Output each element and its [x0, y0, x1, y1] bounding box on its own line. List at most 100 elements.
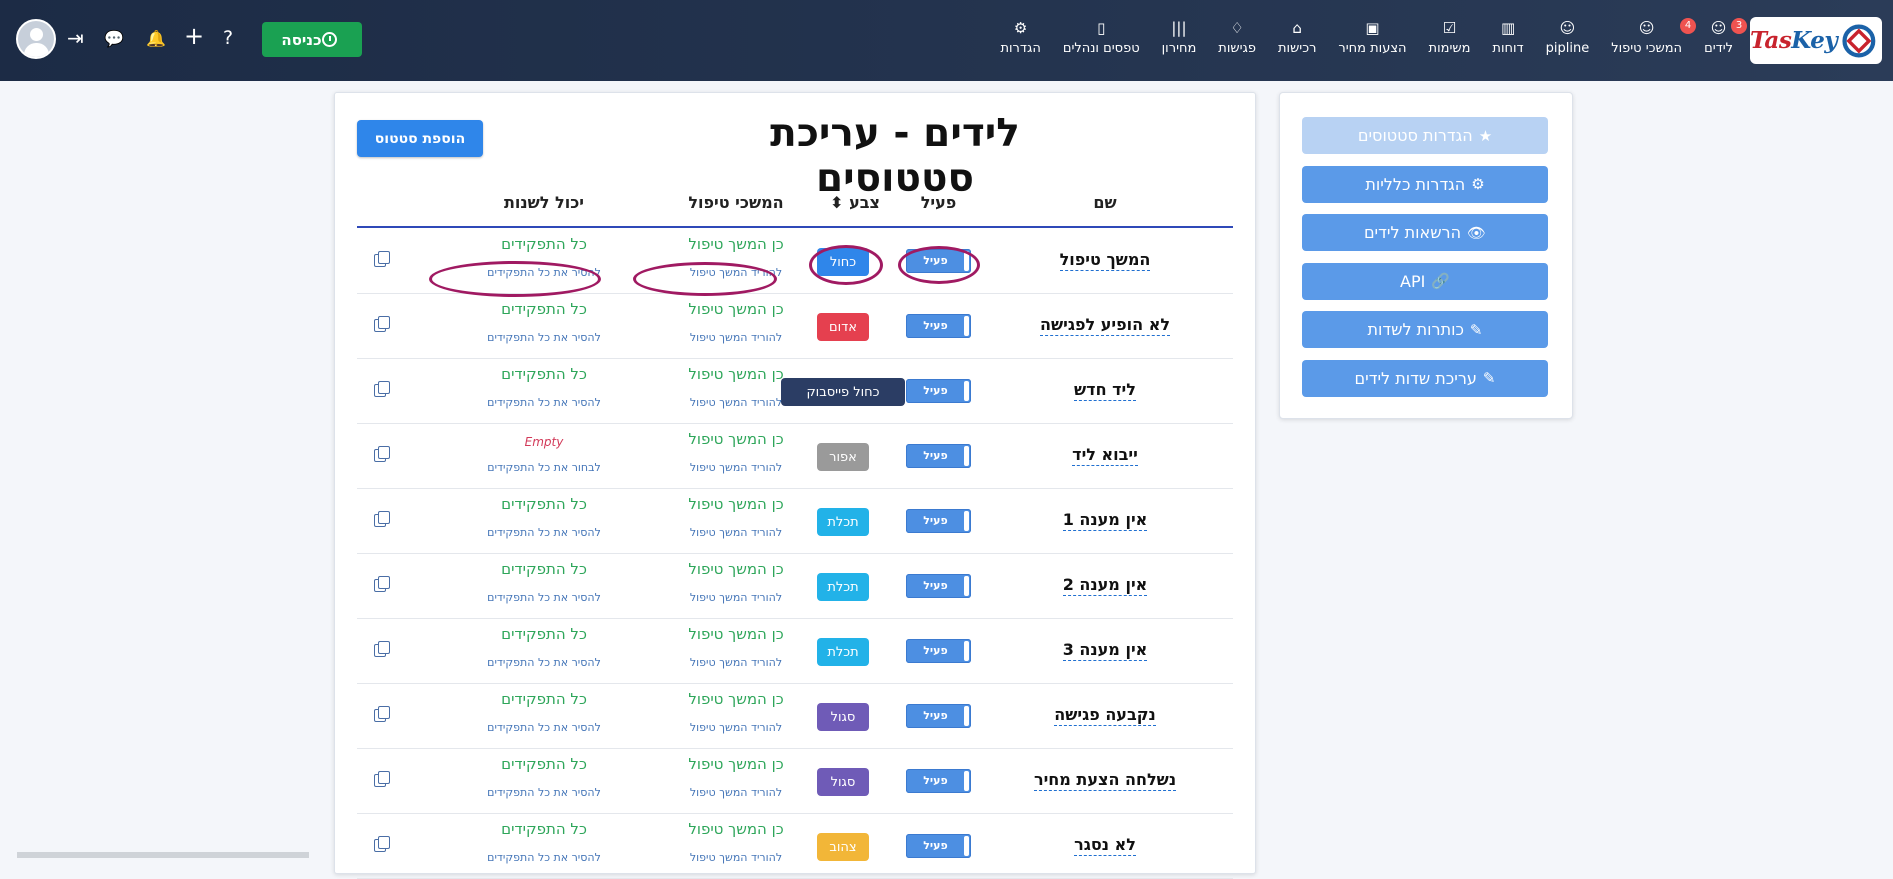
count-badge: 4	[1680, 18, 1697, 34]
continuation-permission[interactable]: כן המשך טיפול	[641, 560, 831, 578]
roles-toggle-link[interactable]: להסיר את כל התפקידים	[449, 721, 639, 734]
remove-continuation-link[interactable]: להוריד המשך טיפול	[641, 331, 831, 344]
remove-continuation-link[interactable]: להוריד המשך טיפול	[641, 461, 831, 474]
copy-icon[interactable]	[374, 251, 390, 267]
remove-continuation-link[interactable]: להוריד המשך טיפול	[641, 656, 831, 669]
roles-toggle-link[interactable]: להסיר את כל התפקידים	[449, 786, 639, 799]
copy-icon[interactable]	[374, 576, 390, 592]
roles-toggle-link[interactable]: להסיר את כל התפקידים	[449, 526, 639, 539]
remove-continuation-link[interactable]: להוריד המשך טיפול	[641, 786, 831, 799]
nav-item-10[interactable]: ⚙ הגדרות	[1000, 18, 1040, 56]
bell-icon[interactable]: 🔔	[146, 29, 166, 48]
roles-toggle-link[interactable]: לבחור את כל התפקידים	[449, 461, 639, 474]
side-button-2[interactable]: 👁 הרשאות לידים	[1302, 214, 1548, 251]
gear-icon: ⚙	[1013, 19, 1028, 37]
copy-icon[interactable]	[374, 446, 390, 462]
plus-icon[interactable]: +	[184, 22, 204, 50]
nav-item-1[interactable]: ☺ המשכי טיפול 4	[1611, 18, 1697, 56]
status-name[interactable]: המשך טיפול	[1027, 250, 1183, 271]
copy-icon[interactable]	[374, 511, 390, 527]
side-button-1[interactable]: ⚙ הגדרות כלליות	[1302, 165, 1548, 203]
roles-value[interactable]: כל התפקידים	[449, 755, 639, 773]
continuation-permission[interactable]: כן המשך טיפול	[641, 430, 831, 448]
avatar[interactable]	[16, 19, 56, 59]
continuation-permission[interactable]: כן המשך טיפול	[641, 235, 831, 253]
status-name[interactable]: נקבעה פגישה	[1027, 705, 1183, 726]
nav-item-3[interactable]: ▥ דוחות	[1492, 18, 1523, 56]
roles-value[interactable]: Empty	[449, 435, 639, 449]
status-name[interactable]: ייבוא ליד	[1027, 445, 1183, 466]
nav-item-6[interactable]: ⌂ רכישות	[1278, 18, 1316, 56]
sign-in-icon[interactable]: ⇥	[67, 26, 84, 50]
active-toggle[interactable]: פעיל	[906, 704, 971, 728]
status-name[interactable]: אין מענה 1	[1027, 510, 1183, 531]
side-button-label: הרשאות לידים	[1363, 223, 1462, 242]
roles-value[interactable]: כל התפקידים	[449, 625, 639, 643]
table-row: ייבוא ליד פעיל אפור כן המשך טיפול להוריד המש…	[357, 424, 1233, 489]
remove-continuation-link[interactable]: להוריד המשך טיפול	[641, 721, 831, 734]
roles-toggle-link[interactable]: להסיר את כל התפקידים	[449, 266, 639, 279]
copy-icon[interactable]	[374, 706, 390, 722]
nav-item-7[interactable]: ♢ פגישות	[1218, 18, 1256, 56]
nav-item-2[interactable]: ☺ pipline	[1546, 18, 1590, 56]
active-toggle[interactable]: פעיל	[906, 574, 971, 598]
side-button-3[interactable]: 🔗 API	[1302, 262, 1548, 300]
continuation-permission[interactable]: כן המשך טיפול	[641, 820, 831, 838]
active-toggle[interactable]: פעיל	[906, 769, 971, 793]
status-name[interactable]: ליד חדש	[1027, 380, 1183, 401]
roles-toggle-link[interactable]: להסיר את כל התפקידים	[449, 656, 639, 669]
roles-toggle-link[interactable]: להסיר את כל התפקידים	[449, 396, 639, 409]
nav-item-8[interactable]: ||| מחירון	[1162, 18, 1197, 56]
roles-toggle-link[interactable]: להסיר את כל התפקידים	[449, 331, 639, 344]
continuation-permission[interactable]: כן המשך טיפול	[641, 690, 831, 708]
continuation-permission[interactable]: כן המשך טיפול	[641, 495, 831, 513]
roles-value[interactable]: כל התפקידים	[449, 365, 639, 383]
chat-icon[interactable]: 💬	[104, 29, 124, 48]
help-icon[interactable]: ?	[223, 27, 233, 49]
active-toggle[interactable]: פעיל	[906, 379, 971, 403]
remove-continuation-link[interactable]: להוריד המשך טיפול	[641, 396, 831, 409]
nav-item-5[interactable]: ▣ הצעות מחיר	[1338, 18, 1406, 56]
enter-button[interactable]: כניסה	[262, 22, 362, 57]
status-name[interactable]: לא הופיע לפגישה	[1027, 315, 1183, 336]
active-toggle[interactable]: פעיל	[906, 509, 971, 533]
copy-icon[interactable]	[374, 381, 390, 397]
roles-value[interactable]: כל התפקידים	[449, 235, 639, 253]
nav-item-4[interactable]: ☑ משימות	[1429, 18, 1471, 56]
active-toggle[interactable]: פעיל	[906, 314, 971, 338]
remove-continuation-link[interactable]: להוריד המשך טיפול	[641, 266, 831, 279]
active-toggle[interactable]: פעיל	[906, 249, 971, 273]
taskey-logo[interactable]: TasKey	[1750, 17, 1882, 64]
active-toggle[interactable]: פעיל	[906, 444, 971, 468]
active-toggle[interactable]: פעיל	[906, 834, 971, 858]
roles-toggle-link[interactable]: להסיר את כל התפקידים	[449, 591, 639, 604]
continuation-permission[interactable]: כן המשך טיפול	[641, 625, 831, 643]
side-button-4[interactable]: ✎ כותרות לשדות	[1302, 311, 1548, 348]
continuation-permission[interactable]: כן המשך טיפול	[641, 300, 831, 318]
status-name[interactable]: לא נסגר	[1027, 835, 1183, 856]
active-toggle[interactable]: פעיל	[906, 639, 971, 663]
roles-value[interactable]: כל התפקידים	[449, 690, 639, 708]
nav-item-0[interactable]: ☺ לידים 3	[1704, 18, 1747, 56]
main-nav: ☺ לידים 3 ☺ המשכי טיפול 4 ☺ pipline ▥ דוחות ☑ משימו…	[978, 18, 1747, 56]
side-button-0[interactable]: ★ הגדרות סטטוסים	[1302, 117, 1548, 154]
copy-icon[interactable]	[374, 771, 390, 787]
status-name[interactable]: נשלחה הצעת מחיר	[1027, 770, 1183, 791]
roles-value[interactable]: כל התפקידים	[449, 560, 639, 578]
status-name[interactable]: אין מענה 2	[1027, 575, 1183, 596]
remove-continuation-link[interactable]: להוריד המשך טיפול	[641, 591, 831, 604]
nav-item-9[interactable]: ▯ טפסים ונהלים	[1063, 18, 1140, 56]
status-name[interactable]: אין מענה 3	[1027, 640, 1183, 661]
continuation-permission[interactable]: כן המשך טיפול	[641, 755, 831, 773]
remove-continuation-link[interactable]: להוריד המשך טיפול	[641, 526, 831, 539]
side-button-5[interactable]: ✎ עריכת שדות לידים	[1302, 359, 1548, 397]
copy-icon[interactable]	[374, 641, 390, 657]
roles-value[interactable]: כל התפקידים	[449, 495, 639, 513]
copy-icon[interactable]	[374, 836, 390, 852]
count-badge: 3	[1731, 18, 1747, 34]
roles-value[interactable]: כל התפקידים	[449, 300, 639, 318]
copy-icon[interactable]	[374, 316, 390, 332]
continuation-permission[interactable]: כן המשך טיפול	[641, 365, 831, 383]
add-status-button[interactable]: הוספת סטטוס	[357, 120, 483, 157]
roles-value[interactable]: כל התפקידים	[449, 820, 639, 838]
